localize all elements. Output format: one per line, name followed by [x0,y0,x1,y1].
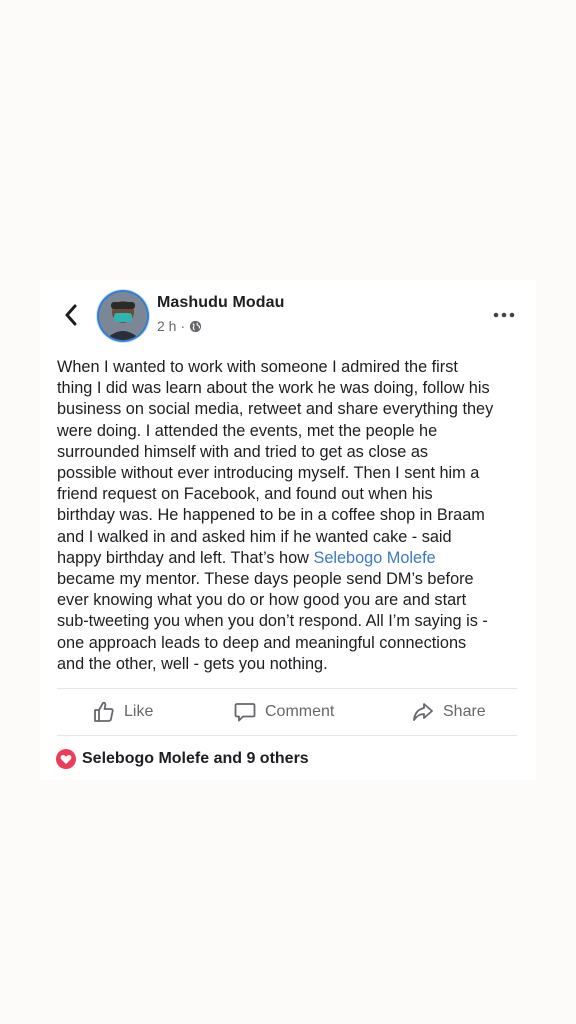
comment-bubble-icon [233,700,257,724]
post-text-part1: When I wanted to work with someone I adm… [57,358,494,567]
divider-top [57,688,517,689]
comment-button[interactable]: Comment [233,698,334,726]
reactions-summary[interactable]: Selebogo Molefe and 9 others [56,749,309,769]
avatar[interactable] [99,292,147,340]
back-chevron-icon[interactable] [58,302,84,328]
reactions-text: Selebogo Molefe and 9 others [82,750,309,767]
like-button[interactable]: Like [92,698,153,726]
author-name[interactable]: Mashudu Modau [157,294,285,312]
globe-icon [189,320,202,333]
mention-link[interactable]: Selebogo Molefe [313,549,435,567]
share-label: Share [443,703,486,720]
meta-separator: · [180,318,186,334]
post-time[interactable]: 2 h [157,318,176,334]
comment-label: Comment [265,703,335,720]
heart-icon [56,749,76,769]
more-dots-icon[interactable] [490,305,518,325]
post-text-part2: became my mentor. These days people send… [57,570,488,673]
divider-bottom [57,735,517,736]
like-label: Like [124,703,154,720]
share-button[interactable]: Share [411,698,486,726]
post-text: When I wanted to work with someone I adm… [57,357,523,675]
like-thumb-icon [92,700,116,724]
post-meta: 2 h · [157,318,202,334]
share-arrow-icon [411,700,435,724]
